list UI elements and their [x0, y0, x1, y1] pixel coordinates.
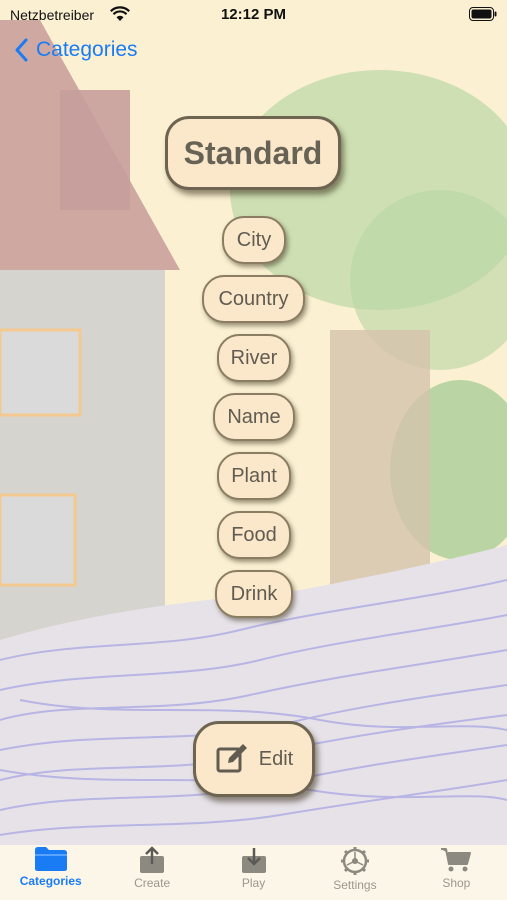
tab-label: Create	[134, 876, 171, 890]
tab-label: Settings	[333, 878, 377, 892]
edit-icon	[216, 744, 247, 773]
category-pill-plant[interactable]: Plant	[217, 452, 291, 500]
back-button[interactable]: Categories	[14, 38, 138, 62]
edit-button[interactable]: Edit	[193, 721, 315, 797]
tab-label: Play	[241, 876, 266, 890]
download-icon	[241, 848, 266, 873]
tab-settings[interactable]: Settings	[304, 844, 405, 900]
folder-icon	[34, 847, 67, 871]
back-button-label: Categories	[36, 38, 138, 61]
category-pill-city[interactable]: City	[222, 216, 286, 264]
gear-icon	[340, 847, 369, 875]
category-pill-river[interactable]: River	[217, 334, 291, 382]
edit-button-label: Edit	[258, 747, 294, 770]
status-time: 12:12 PM	[220, 6, 287, 23]
category-set-title: Standard	[165, 116, 341, 190]
category-pill-country[interactable]: Country	[202, 275, 305, 323]
tab-play[interactable]: Play	[203, 844, 304, 900]
tab-create[interactable]: Create	[101, 844, 202, 900]
chevron-left-icon	[15, 38, 28, 62]
tab-categories[interactable]: Categories	[0, 844, 101, 900]
tab-shop[interactable]: Shop	[406, 844, 507, 900]
upload-icon	[140, 846, 165, 873]
battery-icon	[469, 7, 497, 21]
tab-label: Categories	[19, 874, 82, 888]
tab-label: Shop	[442, 876, 471, 890]
tab-bar: Categories Create Play Settings Shop	[0, 844, 507, 900]
category-pill-drink[interactable]: Drink	[215, 570, 293, 618]
category-pill-food[interactable]: Food	[217, 511, 291, 559]
cart-icon	[441, 848, 472, 872]
status-bar: Netzbetreiber 12:12 PM	[0, 0, 507, 30]
category-pill-name[interactable]: Name	[213, 393, 295, 441]
